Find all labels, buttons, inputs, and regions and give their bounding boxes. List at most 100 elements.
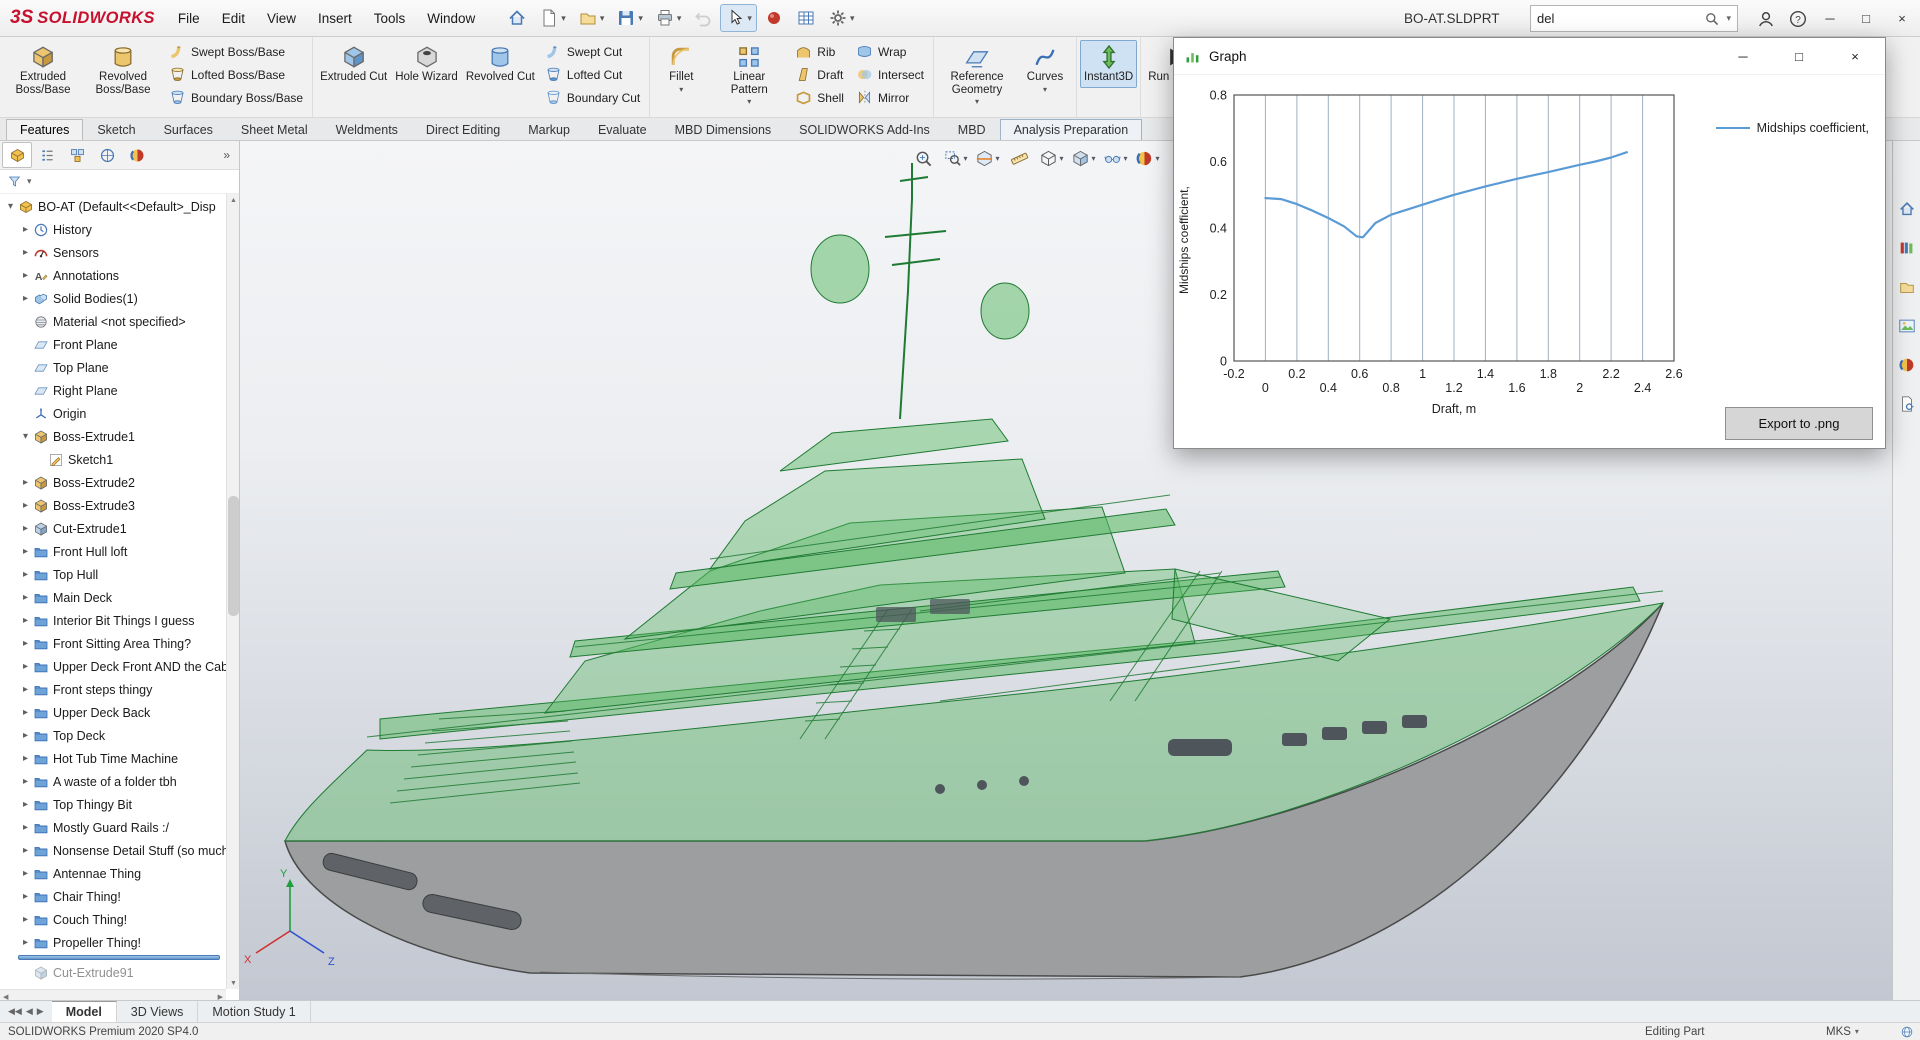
graph-minimize-button[interactable]: ─ bbox=[1733, 49, 1753, 64]
graph-maximize-button[interactable]: □ bbox=[1789, 49, 1809, 64]
units-selector[interactable]: MKS ▾ bbox=[1826, 1026, 1859, 1038]
tree-item-solid-bodies-1[interactable]: ▸Solid Bodies(1) bbox=[0, 287, 226, 310]
menu-insert[interactable]: Insert bbox=[307, 0, 363, 36]
open-document-button[interactable]: ▾ bbox=[573, 4, 610, 32]
display-style-button[interactable]: ▾ bbox=[1038, 146, 1065, 170]
maximize-button[interactable]: □ bbox=[1848, 0, 1884, 37]
ribbon-tab-mbd-dimensions[interactable]: MBD Dimensions bbox=[661, 119, 786, 140]
ribbon-button-intersect[interactable]: Intersect bbox=[852, 64, 928, 85]
ribbon-button-linear-pattern[interactable]: Linear Pattern▾ bbox=[709, 40, 789, 110]
ribbon-button-boundary-cut[interactable]: Boundary Cut bbox=[541, 87, 644, 108]
tree-item-history[interactable]: ▸History bbox=[0, 218, 226, 241]
expand-arrow-icon[interactable]: ▸ bbox=[19, 477, 32, 488]
home-button[interactable] bbox=[1895, 197, 1919, 221]
sheet-button[interactable] bbox=[791, 4, 821, 32]
dropdown-arrow-icon[interactable]: ▾ bbox=[1043, 85, 1047, 94]
ribbon-button-extruded-boss-base[interactable]: Extruded Boss/Base bbox=[3, 40, 83, 100]
tree-item-upper-deck-back[interactable]: ▸Upper Deck Back bbox=[0, 701, 226, 724]
dropdown-arrow-icon[interactable]: ▾ bbox=[1123, 154, 1127, 163]
ribbon-button-boundary-boss-base[interactable]: Boundary Boss/Base bbox=[165, 87, 307, 108]
tree-item-boss-extrude2[interactable]: ▸Boss-Extrude2 bbox=[0, 471, 226, 494]
ribbon-button-swept-boss-base[interactable]: Swept Boss/Base bbox=[165, 41, 307, 62]
save-button[interactable]: ▾ bbox=[611, 4, 648, 32]
tree-item-couch-thing[interactable]: ▸Couch Thing! bbox=[0, 908, 226, 931]
expand-arrow-icon[interactable]: ▸ bbox=[19, 569, 32, 580]
dropdown-arrow-icon[interactable]: ▾ bbox=[1091, 154, 1095, 163]
model-tab-model[interactable]: Model bbox=[52, 1001, 117, 1022]
expand-arrow-icon[interactable]: ▸ bbox=[19, 937, 32, 948]
tree-item-a-waste-of-a-folder-tbh[interactable]: ▸A waste of a folder tbh bbox=[0, 770, 226, 793]
ribbon-button-lofted-cut[interactable]: Lofted Cut bbox=[541, 64, 644, 85]
model-tab-3d-views[interactable]: 3D Views bbox=[117, 1001, 199, 1022]
ribbon-tab-sheet-metal[interactable]: Sheet Metal bbox=[227, 119, 322, 140]
tree-filter-row[interactable]: ▾ bbox=[0, 170, 239, 194]
ribbon-tab-mbd[interactable]: MBD bbox=[944, 119, 1000, 140]
tree-item-propeller-thing[interactable]: ▸Propeller Thing! bbox=[0, 931, 226, 954]
dropdown-arrow-icon[interactable]: ▾ bbox=[600, 13, 605, 24]
design-library-button[interactable] bbox=[1895, 236, 1919, 260]
tree-item-front-plane[interactable]: Front Plane bbox=[0, 333, 226, 356]
dropdown-arrow-icon[interactable]: ▾ bbox=[747, 97, 751, 106]
expand-arrow-icon[interactable]: ▸ bbox=[19, 247, 32, 258]
expand-arrow-icon[interactable]: ▸ bbox=[19, 868, 32, 879]
expand-arrow-icon[interactable]: ▸ bbox=[19, 730, 32, 741]
tree-item-boss-extrude1[interactable]: ▾Boss-Extrude1 bbox=[0, 425, 226, 448]
scroll-up-arrow-icon[interactable]: ▲ bbox=[227, 194, 240, 206]
expand-arrow-icon[interactable]: ▸ bbox=[19, 293, 32, 304]
measure-button[interactable] bbox=[1006, 146, 1033, 170]
ribbon-button-wrap[interactable]: Wrap bbox=[852, 41, 928, 62]
filter-dropdown-arrow-icon[interactable]: ▾ bbox=[27, 176, 32, 187]
ribbon-button-hole-wizard[interactable]: Hole Wizard bbox=[391, 40, 462, 88]
close-button[interactable]: × bbox=[1884, 0, 1920, 37]
tree-item-top-thingy-bit[interactable]: ▸Top Thingy Bit bbox=[0, 793, 226, 816]
tree-item-sensors[interactable]: ▸Sensors bbox=[0, 241, 226, 264]
tree-item-sketch1[interactable]: Sketch1 bbox=[0, 448, 226, 471]
ribbon-button-instant3d[interactable]: Instant3D bbox=[1080, 40, 1137, 88]
ribbon-tab-markup[interactable]: Markup bbox=[514, 119, 584, 140]
tree-item-top-deck[interactable]: ▸Top Deck bbox=[0, 724, 226, 747]
expand-arrow-icon[interactable]: ▸ bbox=[19, 684, 32, 695]
dropdown-arrow-icon[interactable]: ▾ bbox=[1059, 154, 1063, 163]
scroll-tabs-right-icon[interactable]: ▶ bbox=[37, 1006, 44, 1017]
scroll-tabs-first-icon[interactable]: ◀◀ bbox=[8, 1006, 22, 1017]
tree-item-main-deck[interactable]: ▸Main Deck bbox=[0, 586, 226, 609]
search-dropdown-arrow-icon[interactable]: ▾ bbox=[1726, 13, 1731, 24]
settings-button[interactable]: ▾ bbox=[823, 4, 860, 32]
filter-icon[interactable] bbox=[7, 174, 22, 189]
dropdown-arrow-icon[interactable]: ▾ bbox=[975, 97, 979, 106]
tree-item-top-hull[interactable]: ▸Top Hull bbox=[0, 563, 226, 586]
tree-item-bo-at-default-default-disp[interactable]: ▾BO-AT (Default<<Default>_Disp bbox=[0, 195, 226, 218]
tree-item-material-not-specified[interactable]: Material <not specified> bbox=[0, 310, 226, 333]
expand-arrow-icon[interactable]: ▸ bbox=[19, 523, 32, 534]
record-button[interactable] bbox=[759, 4, 789, 32]
tree-item-right-plane[interactable]: Right Plane bbox=[0, 379, 226, 402]
scroll-down-arrow-icon[interactable]: ▼ bbox=[227, 977, 240, 989]
select-button[interactable]: ▾ bbox=[720, 4, 757, 32]
tree-item-upper-deck-front-and-the-cabin[interactable]: ▸Upper Deck Front AND the Cabin bbox=[0, 655, 226, 678]
expand-arrow-icon[interactable]: ▸ bbox=[19, 500, 32, 511]
tree-item-nonsense-detail-stuff-so-much-r[interactable]: ▸Nonsense Detail Stuff (so much r bbox=[0, 839, 226, 862]
rollback-bar[interactable] bbox=[18, 955, 220, 960]
ribbon-button-revolved-boss-base[interactable]: Revolved Boss/Base bbox=[83, 40, 163, 100]
view-palette-button[interactable] bbox=[1895, 314, 1919, 338]
dropdown-arrow-icon[interactable]: ▾ bbox=[638, 13, 643, 24]
home-button[interactable] bbox=[502, 4, 532, 32]
export-png-button[interactable]: Export to .png bbox=[1725, 407, 1873, 440]
menu-view[interactable]: View bbox=[256, 0, 307, 36]
dropdown-arrow-icon[interactable]: ▾ bbox=[963, 154, 967, 163]
expand-arrow-icon[interactable]: ▸ bbox=[19, 914, 32, 925]
displaymanager-tab[interactable] bbox=[122, 142, 152, 168]
expand-arrow-icon[interactable]: ▸ bbox=[19, 615, 32, 626]
menu-edit[interactable]: Edit bbox=[211, 0, 256, 36]
view-orientation-button[interactable]: ▾ bbox=[1070, 146, 1097, 170]
propertymanager-tab[interactable] bbox=[32, 142, 62, 168]
expand-arrow-icon[interactable]: ▸ bbox=[19, 546, 32, 557]
tree-item-top-plane[interactable]: Top Plane bbox=[0, 356, 226, 379]
model-tab-motion-study-1[interactable]: Motion Study 1 bbox=[198, 1001, 310, 1022]
expand-arrow-icon[interactable]: ▸ bbox=[19, 224, 32, 235]
section-view-button[interactable]: ▾ bbox=[974, 146, 1001, 170]
user-account-icon[interactable] bbox=[1756, 9, 1776, 29]
collapse-arrow-icon[interactable]: ▾ bbox=[19, 431, 32, 442]
graph-window[interactable]: Graph ─ □ × Midships coefficient, -0.200… bbox=[1173, 37, 1886, 449]
custom-properties-button[interactable] bbox=[1895, 392, 1919, 416]
